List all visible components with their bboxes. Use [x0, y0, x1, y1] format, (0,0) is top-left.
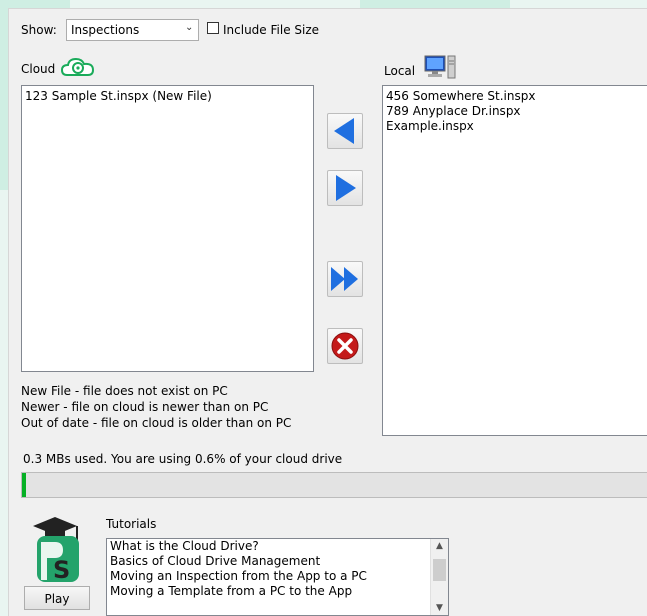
tutorials-label: Tutorials	[106, 517, 157, 531]
double-arrow-right-icon	[331, 267, 358, 291]
delete-button[interactable]	[327, 328, 363, 364]
scroll-thumb[interactable]	[433, 559, 446, 581]
usage-progress-fill	[22, 473, 26, 497]
legend-newer: Newer - file on cloud is newer than on P…	[21, 400, 269, 414]
tutorials-list[interactable]: What is the Cloud Drive? Basics of Cloud…	[106, 538, 449, 616]
upload-all-button[interactable]	[327, 261, 363, 297]
show-select[interactable]: Inspections	[66, 19, 199, 41]
arrow-right-icon	[336, 175, 356, 201]
local-label: Local	[384, 64, 416, 78]
list-item[interactable]: Moving a Template from a PC to the App	[107, 584, 448, 599]
scroll-up-icon[interactable]: ▲	[431, 541, 448, 551]
tutorials-scrollbar[interactable]: ▲ ▼	[430, 539, 448, 615]
upload-button[interactable]	[327, 170, 363, 206]
cloud-drive-window: Show: Inspections ⌄ Include File Size Cl…	[8, 8, 647, 616]
cloud-icon	[60, 56, 95, 78]
scroll-down-icon[interactable]: ▼	[431, 603, 448, 613]
list-item[interactable]: Example.inspx	[386, 119, 646, 134]
delete-x-icon	[331, 332, 359, 360]
list-item[interactable]: Moving an Inspection from the App to a P…	[107, 569, 448, 584]
tutorial-ps-icon: S	[23, 514, 89, 584]
include-file-size-label: Include File Size	[223, 23, 320, 37]
local-file-list[interactable]: 456 Somewhere St.inspx 789 Anyplace Dr.i…	[382, 85, 647, 436]
download-button[interactable]	[327, 113, 363, 149]
svg-text:S: S	[53, 556, 70, 584]
legend-out-of-date: Out of date - file on cloud is older tha…	[21, 416, 292, 430]
list-item[interactable]: 123 Sample St.inspx (New File)	[25, 89, 310, 104]
list-item[interactable]: Basics of Cloud Drive Management	[107, 554, 448, 569]
cloud-file-list[interactable]: 123 Sample St.inspx (New File)	[21, 85, 314, 372]
list-item[interactable]: 456 Somewhere St.inspx	[386, 89, 646, 104]
computer-icon	[423, 54, 457, 82]
legend-new-file: New File - file does not exist on PC	[21, 384, 228, 398]
list-item[interactable]: 789 Anyplace Dr.inspx	[386, 104, 646, 119]
play-button[interactable]: Play	[24, 586, 90, 610]
include-file-size-checkbox[interactable]	[207, 22, 219, 34]
show-label: Show:	[21, 23, 57, 37]
usage-progress-bar	[21, 472, 647, 498]
list-item[interactable]: What is the Cloud Drive?	[107, 539, 448, 554]
usage-text: 0.3 MBs used. You are using 0.6% of your…	[23, 452, 343, 466]
arrow-left-icon	[334, 118, 354, 144]
cloud-label: Cloud	[21, 62, 56, 76]
